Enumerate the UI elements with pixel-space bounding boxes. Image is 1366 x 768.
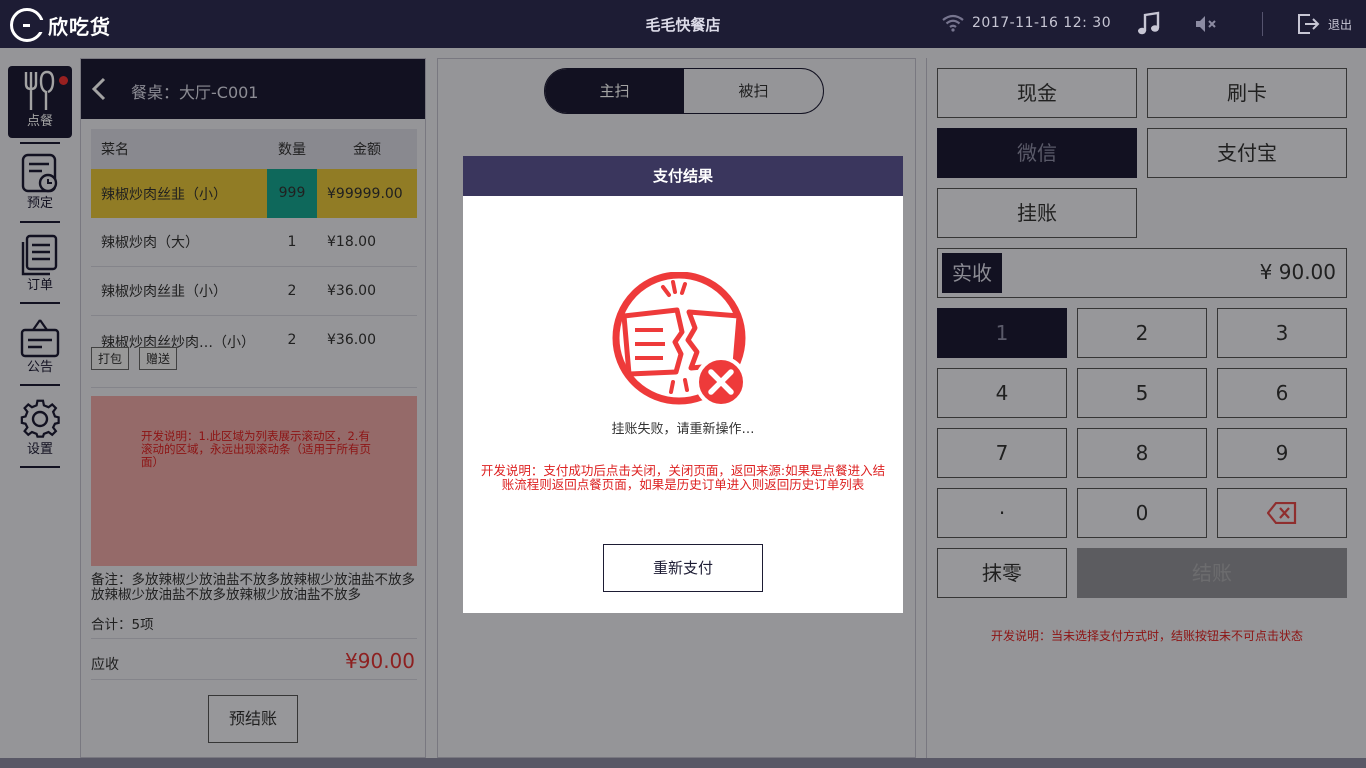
music-icon[interactable] (1136, 11, 1162, 37)
exit-icon[interactable] (1296, 12, 1320, 36)
wifi-icon (942, 14, 964, 32)
payment-failed-icon (612, 272, 747, 408)
dialog-title: 支付结果 (463, 156, 903, 196)
mute-icon[interactable] (1194, 14, 1218, 34)
exit-label[interactable]: 退出 (1328, 16, 1352, 33)
bottom-bar (0, 758, 1366, 768)
datetime: 2017-11-16 12: 30 (972, 15, 1112, 31)
dialog-dev-note: 开发说明：支付成功后点击关闭，关闭页面，返回来源:如果是点餐进入结账流程则返回点… (480, 463, 886, 492)
payment-result-dialog: 支付结果 挂账失败，请重新操作… 开发说明：支付成功后点击关闭，关闭页面，返回来… (463, 156, 903, 613)
topbar-divider (1262, 12, 1263, 36)
retry-payment-button[interactable]: 重新支付 (603, 544, 763, 592)
failure-message: 挂账失败，请重新操作… (611, 422, 755, 437)
top-bar: 欣吃货 毛毛快餐店 2017-11-16 12: 30 退出 (0, 0, 1366, 48)
